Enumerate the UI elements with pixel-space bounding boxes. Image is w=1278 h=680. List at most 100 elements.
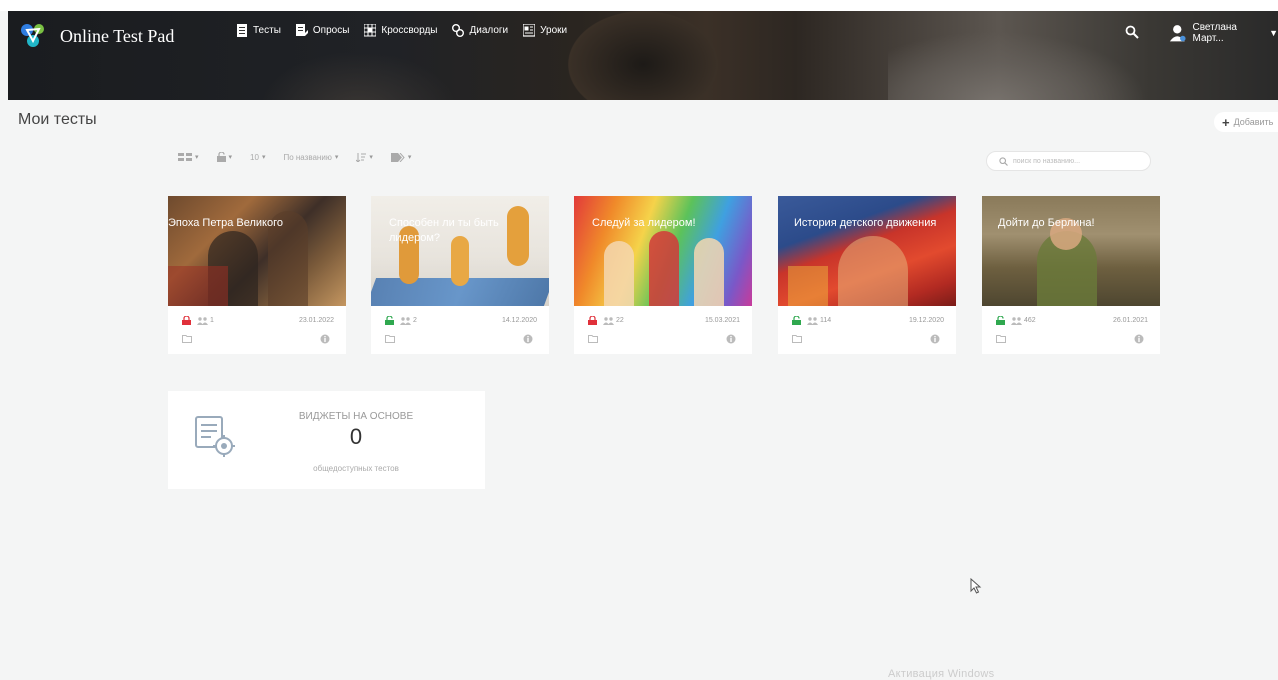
folder-icon[interactable] bbox=[385, 334, 395, 343]
crossword-icon bbox=[364, 24, 377, 37]
mouse-cursor-icon bbox=[970, 578, 982, 594]
grid-view-icon bbox=[178, 152, 192, 161]
test-title: История детского движения bbox=[794, 217, 937, 229]
users-icon bbox=[197, 316, 208, 325]
plus-icon: + bbox=[1222, 114, 1230, 130]
app-logo[interactable]: Online Test Pad bbox=[18, 21, 174, 51]
test-thumbnail[interactable]: Способен ли ты быть лидером? bbox=[371, 196, 549, 306]
header-banner: Online Test Pad Тесты Опросы Кроссворды … bbox=[8, 11, 1278, 100]
nav-label: Тесты bbox=[253, 25, 281, 36]
test-thumbnail[interactable]: Эпоха Петра Великого bbox=[168, 196, 346, 306]
test-date: 15.03.2021 bbox=[704, 317, 740, 324]
user-menu[interactable]: Светлана Март... ▼ bbox=[1168, 22, 1278, 44]
dialog-icon bbox=[452, 24, 465, 37]
info-icon[interactable] bbox=[930, 334, 940, 344]
users-icon bbox=[1011, 316, 1022, 325]
main-nav: Тесты Опросы Кроссворды Диалоги Уроки bbox=[236, 24, 582, 37]
info-icon[interactable] bbox=[320, 334, 330, 344]
test-meta: 22 15.03.2021 bbox=[588, 316, 748, 325]
users-icon bbox=[603, 316, 614, 325]
app-name: Online Test Pad bbox=[60, 25, 175, 46]
test-meta: 114 19.12.2020 bbox=[792, 316, 952, 325]
test-card[interactable]: История детского движения 114 19.12.2020 bbox=[778, 196, 956, 354]
test-meta: 462 26.01.2021 bbox=[996, 316, 1156, 325]
user-name: Светлана Март... bbox=[1192, 22, 1238, 44]
sort-order-dropdown[interactable]: ▾ bbox=[356, 152, 373, 162]
search-placeholder: поиск по названию... bbox=[1013, 157, 1081, 165]
chevron-down-icon: ▾ bbox=[228, 154, 233, 161]
nav-tests[interactable]: Тесты bbox=[236, 24, 281, 37]
tag-icon bbox=[390, 152, 405, 162]
test-thumbnail[interactable]: Следуй за лидером! bbox=[574, 196, 752, 306]
unlock-icon bbox=[792, 316, 801, 325]
unlock-icon bbox=[385, 316, 394, 325]
test-date: 14.12.2020 bbox=[501, 317, 537, 324]
nav-lessons[interactable]: Уроки bbox=[523, 24, 567, 37]
poll-icon bbox=[295, 24, 308, 36]
sort-value: По названию bbox=[283, 152, 332, 162]
info-icon[interactable] bbox=[1134, 334, 1144, 344]
folder-icon[interactable] bbox=[182, 334, 192, 343]
unlock-icon bbox=[996, 316, 1005, 325]
widget-count: 0 bbox=[349, 424, 363, 449]
folder-icon[interactable] bbox=[996, 334, 1006, 343]
info-icon[interactable] bbox=[726, 334, 736, 344]
lock-icon bbox=[588, 316, 597, 325]
users-count: 22 bbox=[616, 317, 624, 324]
test-title: Дойти до Берлина! bbox=[998, 217, 1095, 229]
test-meta: 2 14.12.2020 bbox=[385, 316, 545, 325]
filter-toolbar: ▾ ▾ 10 ▾ По названию ▾ ▾ ▾ bbox=[178, 152, 429, 162]
users-icon bbox=[807, 316, 818, 325]
test-title: Эпоха Петра Великого bbox=[168, 217, 283, 229]
search-icon bbox=[999, 156, 1008, 166]
test-meta: 1 23.01.2022 bbox=[182, 316, 342, 325]
nav-label: Уроки bbox=[540, 25, 568, 36]
add-test-button[interactable]: + Добавить bbox=[1214, 112, 1278, 132]
test-card[interactable]: Следуй за лидером! 22 15.03.2021 bbox=[574, 196, 752, 354]
test-icon bbox=[237, 24, 247, 37]
test-search-input[interactable]: поиск по названию... bbox=[986, 151, 1151, 171]
test-date: 23.01.2022 bbox=[298, 317, 334, 324]
chevron-down-icon: ▾ bbox=[369, 154, 373, 161]
test-card[interactable]: Эпоха Петра Великого 1 23.01.2022 bbox=[168, 196, 346, 354]
chevron-down-icon: ▾ bbox=[407, 154, 412, 161]
test-card[interactable]: Дойти до Берлина! 462 26.01.2021 bbox=[982, 196, 1160, 354]
add-label: Добавить bbox=[1233, 117, 1274, 127]
lock-icon bbox=[216, 152, 226, 162]
sort-order-icon bbox=[356, 152, 367, 162]
top-strip bbox=[0, 0, 1278, 11]
lock-icon bbox=[182, 316, 191, 325]
test-thumbnail[interactable]: История детского движения bbox=[778, 196, 956, 306]
folder-icon[interactable] bbox=[792, 334, 802, 343]
logo-icon bbox=[21, 24, 44, 47]
page: Online Test Pad Тесты Опросы Кроссворды … bbox=[8, 11, 1278, 680]
test-title: Способен ли ты быть лидером? bbox=[389, 217, 499, 244]
search-icon[interactable] bbox=[1125, 25, 1139, 39]
view-mode-dropdown[interactable]: ▾ bbox=[178, 152, 199, 162]
test-thumbnail[interactable]: Дойти до Берлина! bbox=[982, 196, 1160, 306]
widget-title: ВИДЖЕТЫ НА ОСНОВЕ bbox=[298, 411, 414, 422]
nav-label: Кроссворды bbox=[381, 25, 438, 36]
tag-filter-dropdown[interactable]: ▾ bbox=[390, 152, 412, 162]
test-date: 26.01.2021 bbox=[1112, 317, 1148, 324]
chevron-down-icon: ▾ bbox=[261, 154, 266, 161]
nav-crosswords[interactable]: Кроссворды bbox=[364, 24, 437, 37]
nav-polls[interactable]: Опросы bbox=[295, 24, 350, 37]
sort-dropdown[interactable]: По названию ▾ bbox=[283, 153, 338, 162]
page-title: Мои тесты bbox=[18, 111, 97, 128]
windows-activation-watermark: Активация Windows bbox=[888, 668, 995, 680]
nav-dialogs[interactable]: Диалоги bbox=[452, 24, 508, 37]
widgets-panel[interactable]: ВИДЖЕТЫ НА ОСНОВЕ 0 общедоступных тестов bbox=[168, 391, 485, 489]
users-count: 2 bbox=[413, 317, 417, 324]
page-size-dropdown[interactable]: 10 ▾ bbox=[250, 153, 265, 162]
test-card[interactable]: Способен ли ты быть лидером? 2 14.12.202… bbox=[371, 196, 549, 354]
users-count: 1 bbox=[210, 317, 214, 324]
test-title: Следуй за лидером! bbox=[592, 217, 696, 229]
users-count: 114 bbox=[820, 317, 832, 324]
nav-label: Опросы bbox=[312, 25, 350, 36]
lesson-icon bbox=[523, 24, 536, 37]
folder-icon[interactable] bbox=[588, 334, 598, 343]
access-filter-dropdown[interactable]: ▾ bbox=[216, 152, 233, 162]
info-icon[interactable] bbox=[523, 334, 533, 344]
test-date: 19.12.2020 bbox=[908, 317, 944, 324]
